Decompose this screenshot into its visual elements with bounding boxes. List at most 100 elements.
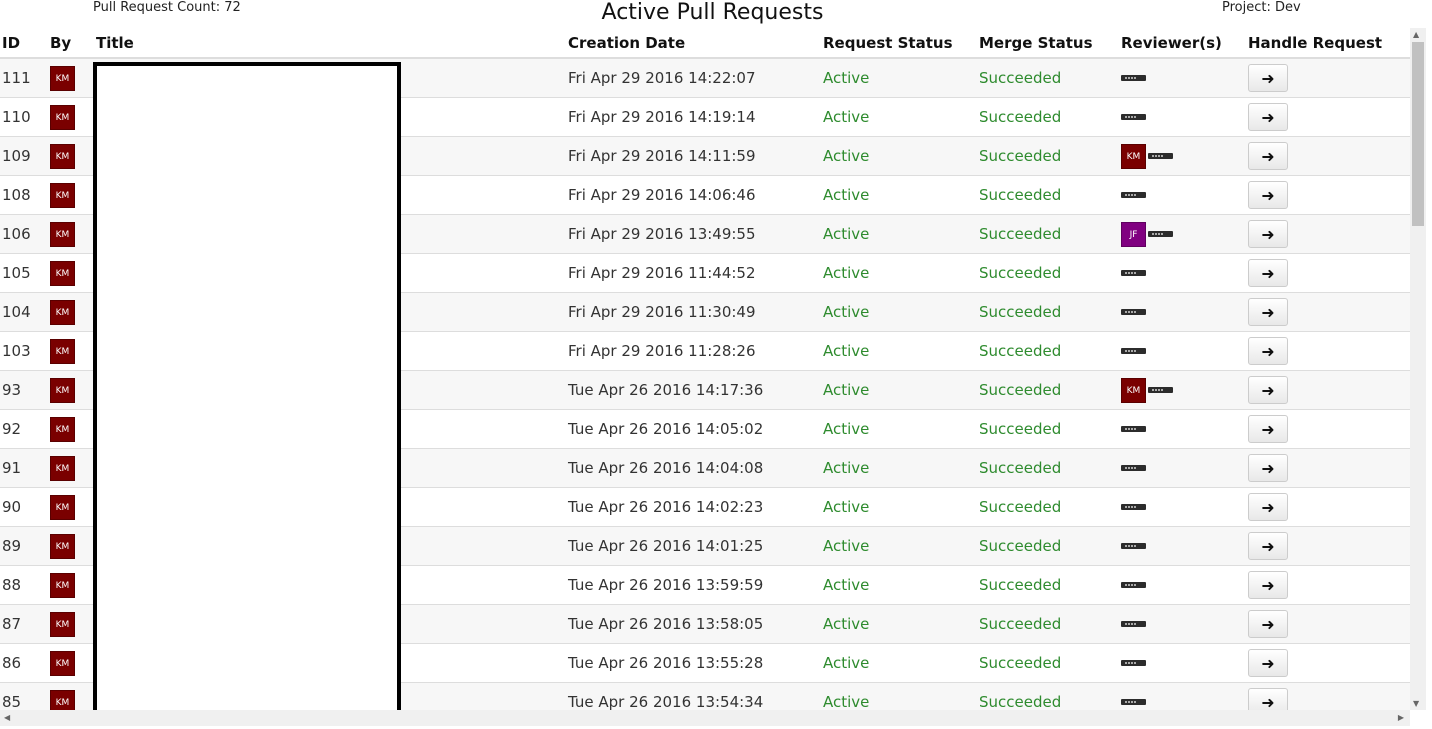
col-reviewers-header: Reviewer(s) [1121,28,1248,59]
pr-id: 91 [0,448,50,488]
pr-author: KM [50,370,96,410]
table-header-row: ID By Title Creation Date Request Status Merg… [0,28,1410,59]
handle-request-button[interactable]: ➜ [1248,298,1288,326]
pr-reviewers [1121,409,1248,449]
avatar: KM [50,65,75,91]
handle-request-button[interactable]: ➜ [1248,103,1288,131]
reviewer-group-icon [1121,504,1146,510]
handle-request-button[interactable]: ➜ [1248,454,1288,482]
handle-request-button[interactable]: ➜ [1248,337,1288,365]
pr-id: 92 [0,409,50,449]
pr-request-status: Active [823,448,979,488]
avatar: KM [50,611,75,637]
pr-reviewers [1121,526,1248,566]
pr-merge-status: Succeeded [979,604,1121,644]
avatar: KM [50,650,75,676]
reviewer-group-icon [1121,660,1146,666]
scroll-right-arrow-icon[interactable]: ▶ [1398,713,1404,722]
col-request-status-header: Request Status [823,28,979,59]
handle-request-button[interactable]: ➜ [1248,688,1288,710]
pr-author: KM [50,487,96,527]
avatar: KM [50,572,75,598]
handle-request-button[interactable]: ➜ [1248,259,1288,287]
pr-handle-cell: ➜ [1248,487,1410,527]
pr-handle-cell: ➜ [1248,331,1410,371]
pr-handle-cell: ➜ [1248,682,1410,710]
scroll-down-arrow-icon[interactable]: ▼ [1413,699,1419,708]
top-bar: Pull Request Count: 72 Active Pull Reque… [0,0,1410,30]
arrow-right-icon: ➜ [1261,497,1275,517]
handle-request-button[interactable]: ➜ [1248,220,1288,248]
handle-request-button[interactable]: ➜ [1248,610,1288,638]
pr-reviewers: JF [1121,214,1248,254]
pr-handle-cell: ➜ [1248,97,1410,137]
pr-merge-status: Succeeded [979,292,1121,332]
pr-merge-status: Succeeded [979,448,1121,488]
pr-id: 88 [0,565,50,605]
pr-handle-cell: ➜ [1248,292,1410,332]
avatar: KM [50,182,75,208]
pr-request-status: Active [823,253,979,293]
reviewer-group-icon [1121,582,1146,588]
pr-reviewers [1121,565,1248,605]
col-merge-status-header: Merge Status [979,28,1121,59]
reviewer-group-icon [1148,153,1173,159]
pr-id: 87 [0,604,50,644]
avatar: KM [50,494,75,520]
handle-request-button[interactable]: ➜ [1248,376,1288,404]
scroll-left-arrow-icon[interactable]: ◀ [4,713,10,722]
avatar: KM [50,455,75,481]
pr-merge-status: Succeeded [979,253,1121,293]
handle-request-button[interactable]: ➜ [1248,142,1288,170]
arrow-right-icon: ➜ [1261,146,1275,166]
vertical-scrollbar[interactable]: ▲ ▼ [1410,28,1426,710]
avatar: KM [50,689,75,710]
pr-handle-cell: ➜ [1248,136,1410,176]
avatar: KM [50,533,75,559]
arrow-right-icon: ➜ [1261,302,1275,322]
pr-reviewers [1121,643,1248,683]
arrow-right-icon: ➜ [1261,107,1275,127]
handle-request-button[interactable]: ➜ [1248,493,1288,521]
scroll-up-arrow-icon[interactable]: ▲ [1413,30,1419,39]
handle-request-button[interactable]: ➜ [1248,571,1288,599]
pr-id: 106 [0,214,50,254]
arrow-right-icon: ➜ [1261,536,1275,556]
pr-merge-status: Succeeded [979,409,1121,449]
pr-author: KM [50,214,96,254]
handle-request-button[interactable]: ➜ [1248,415,1288,443]
pr-handle-cell: ➜ [1248,565,1410,605]
pr-reviewers [1121,175,1248,215]
pr-creation-date: Tue Apr 26 2016 13:59:59 [568,565,823,605]
vertical-scrollbar-thumb[interactable] [1412,42,1424,226]
pr-merge-status: Succeeded [979,214,1121,254]
avatar: KM [50,221,75,247]
pr-handle-cell: ➜ [1248,409,1410,449]
pr-reviewers [1121,57,1248,98]
pr-request-status: Active [823,682,979,710]
pr-handle-cell: ➜ [1248,448,1410,488]
handle-request-button[interactable]: ➜ [1248,181,1288,209]
pr-merge-status: Succeeded [979,175,1121,215]
pr-handle-cell: ➜ [1248,175,1410,215]
handle-request-button[interactable]: ➜ [1248,649,1288,677]
pr-author: KM [50,448,96,488]
avatar: KM [50,299,75,325]
pr-reviewers [1121,604,1248,644]
handle-request-button[interactable]: ➜ [1248,532,1288,560]
pr-author: KM [50,682,96,710]
col-creation-date-header: Creation Date [568,28,823,59]
horizontal-scrollbar[interactable]: ◀ ▶ [0,710,1410,726]
pr-handle-cell: ➜ [1248,370,1410,410]
arrow-right-icon: ➜ [1261,692,1275,711]
pr-merge-status: Succeeded [979,643,1121,683]
reviewer-group-icon [1121,270,1146,276]
pr-id: 104 [0,292,50,332]
pr-request-status: Active [823,643,979,683]
avatar: KM [1121,143,1146,169]
handle-request-button[interactable]: ➜ [1248,64,1288,92]
pr-merge-status: Succeeded [979,370,1121,410]
pr-creation-date: Fri Apr 29 2016 13:49:55 [568,214,823,254]
pr-reviewers [1121,331,1248,371]
reviewer-group-icon [1121,348,1146,354]
